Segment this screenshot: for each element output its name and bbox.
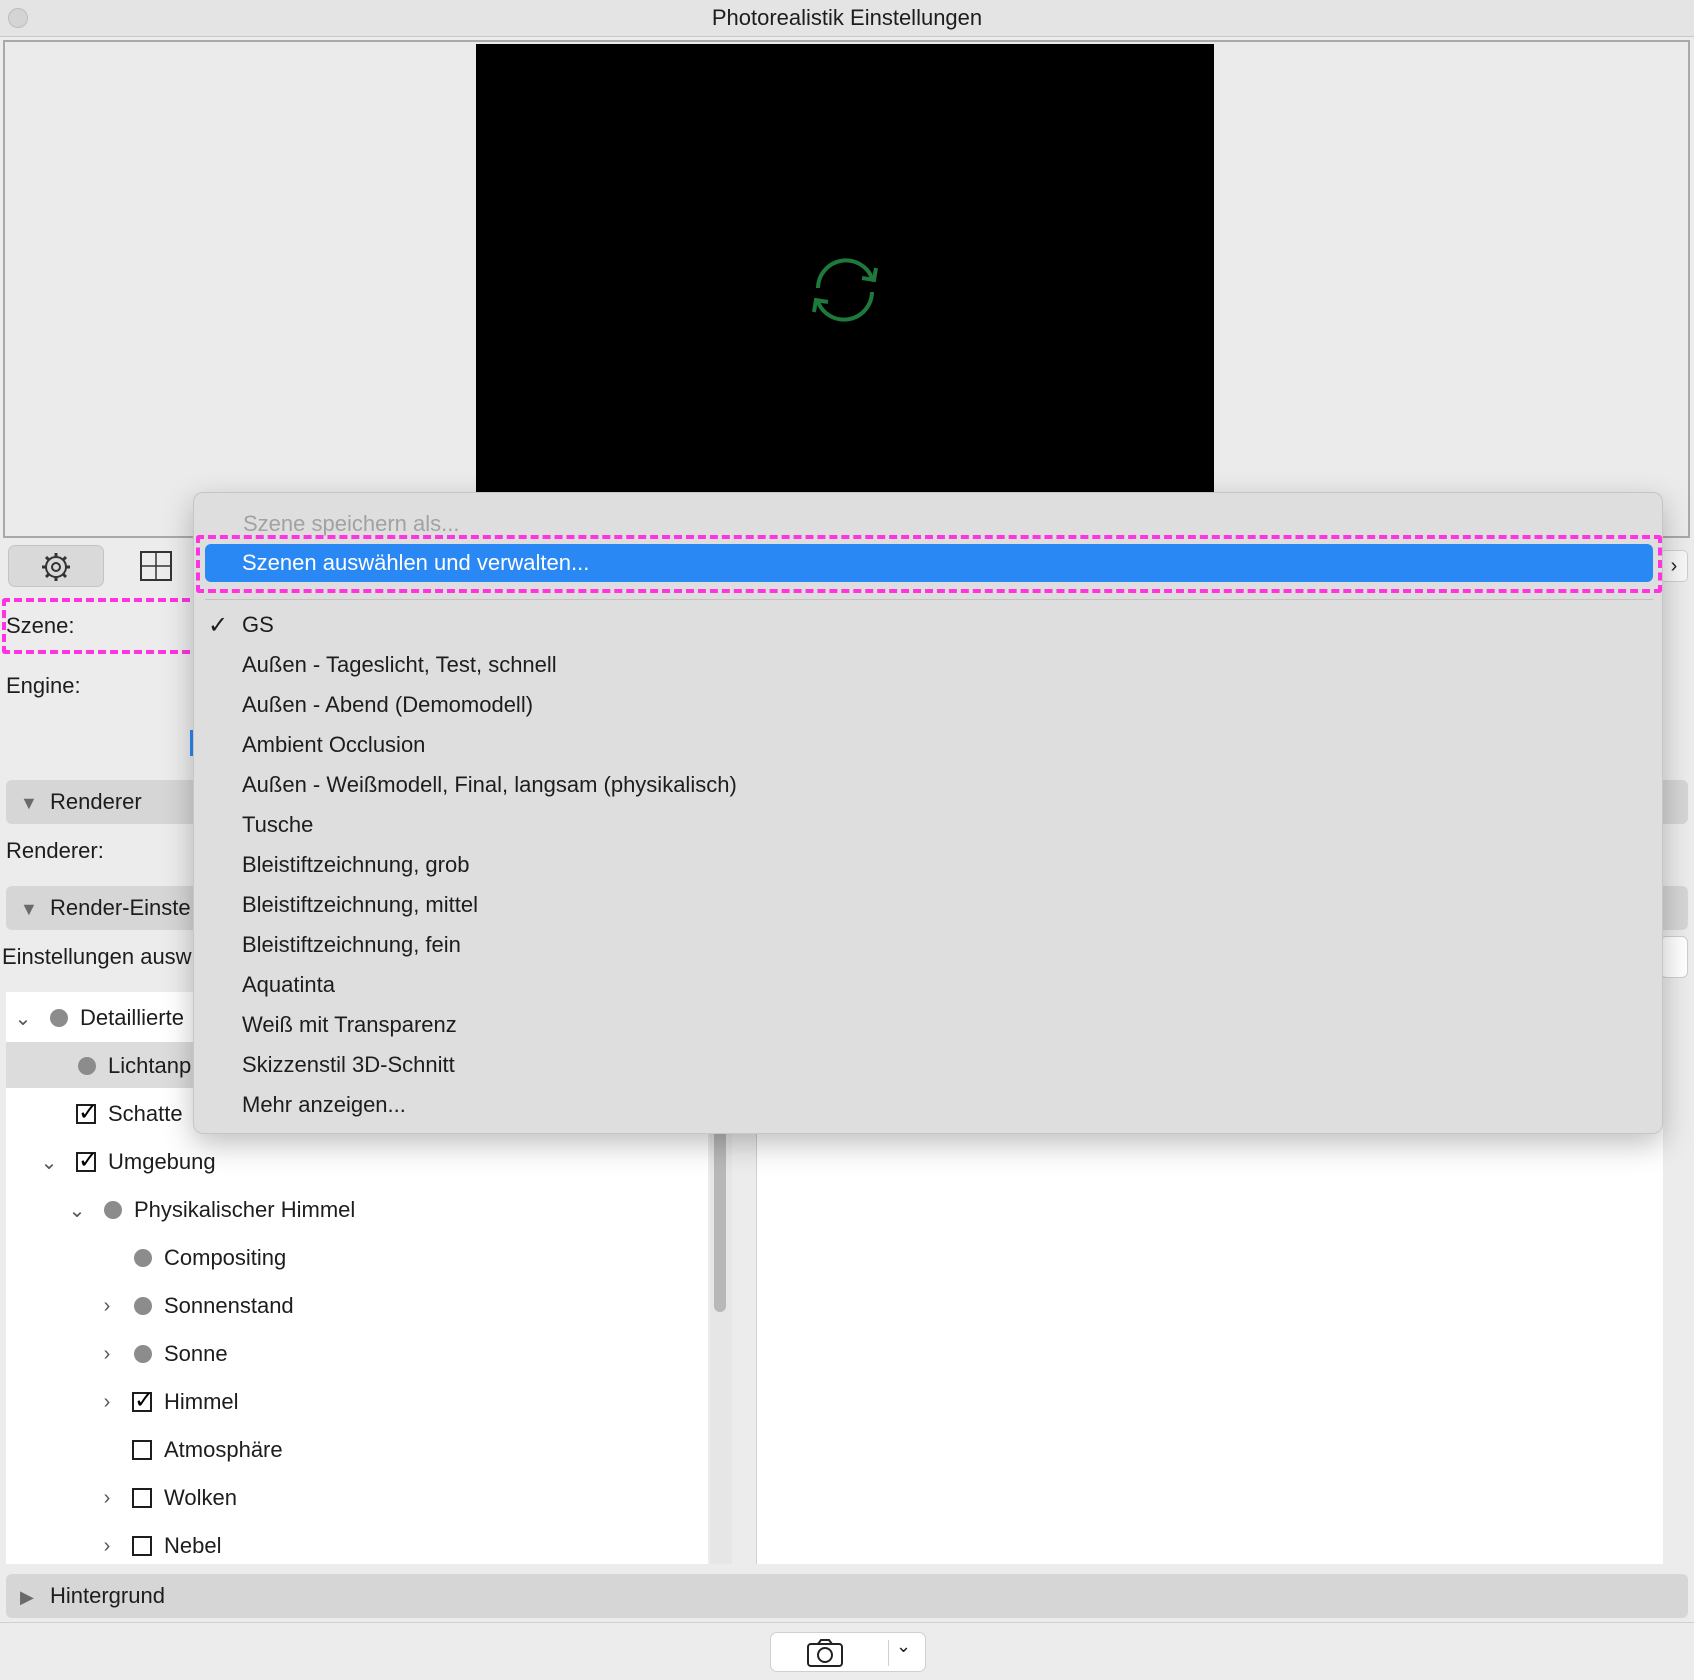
checkbox[interactable] [76, 1098, 98, 1127]
bottom-divider [0, 1622, 1694, 1623]
section-background[interactable]: ▶ Hintergrund [6, 1574, 1688, 1618]
chevron-down-icon[interactable]: ⌄ [36, 1150, 62, 1175]
tree-label: Detaillierte [80, 1005, 184, 1030]
menu-item-scene[interactable]: Außen - Tageslicht, Test, schnell [242, 652, 557, 678]
menu-item-scene[interactable]: Außen - Abend (Demomodell) [242, 692, 533, 718]
menu-item-scene[interactable]: Weiß mit Transparenz [242, 1012, 457, 1038]
tree-label: Himmel [164, 1389, 239, 1414]
settings-select-button[interactable] [1660, 936, 1688, 978]
tree-label: Wolken [164, 1485, 237, 1510]
checkbox[interactable] [132, 1386, 154, 1415]
menu-item-scene[interactable]: Skizzenstil 3D-Schnitt [242, 1052, 455, 1078]
settings-button[interactable] [8, 545, 104, 587]
manage-annotation [196, 535, 1662, 593]
window-title: Photorealistik Einstellungen [711, 5, 983, 30]
chevron-right-icon[interactable]: › [94, 1391, 120, 1414]
title-bar: Photorealistik Einstellungen [0, 0, 1694, 37]
menu-item-scene[interactable]: Außen - Weißmodell, Final, langsam (phys… [242, 772, 737, 798]
menu-item-scene[interactable]: Ambient Occlusion [242, 732, 425, 758]
tree-row[interactable]: ⌄ Physikalischer Himmel [64, 1190, 356, 1230]
menu-item-scene[interactable]: GS [242, 612, 274, 638]
tree-row[interactable]: › Sonnenstand [94, 1286, 294, 1326]
menu-item-scene[interactable]: Bleistiftzeichnung, grob [242, 852, 469, 878]
checkbox[interactable] [132, 1440, 152, 1460]
menu-item-scene[interactable]: Tusche [242, 812, 313, 838]
gear-icon [42, 553, 70, 581]
chevron-down-icon[interactable]: ⌄ [896, 1636, 911, 1657]
scene-annotation [2, 598, 202, 654]
tree-row[interactable]: Compositing [134, 1238, 286, 1278]
refresh-icon[interactable] [800, 248, 890, 332]
menu-separator [205, 599, 1653, 600]
chevron-right-icon[interactable]: › [94, 1535, 120, 1558]
engine-label: Engine: [6, 673, 81, 698]
status-dot-icon [78, 1057, 96, 1075]
settings-select-label: Einstellungen ausw [2, 944, 192, 969]
chevron-right-icon[interactable]: › [94, 1295, 120, 1318]
menu-item-scene[interactable]: Bleistiftzeichnung, mittel [242, 892, 478, 918]
tree-label: Physikalischer Himmel [134, 1197, 356, 1222]
checkbox[interactable] [76, 1146, 98, 1175]
tree-label: Sonnenstand [164, 1293, 294, 1318]
tree-label: Schatte [108, 1101, 183, 1126]
chevron-right-icon[interactable]: › [94, 1343, 120, 1366]
checkbox[interactable] [132, 1536, 152, 1556]
tree-label: Compositing [164, 1245, 287, 1270]
section-render-settings-label: Render-Einste [50, 895, 191, 920]
tree-row[interactable]: Lichtanp [78, 1046, 191, 1086]
section-renderer-label: Renderer [50, 789, 142, 814]
tree-row[interactable]: ⌄ Detaillierte [10, 998, 184, 1038]
tree-label: Nebel [164, 1533, 222, 1558]
checkmark-icon: ✓ [208, 612, 229, 639]
collapse-triangle-icon: ▼ [20, 793, 38, 813]
checkbox[interactable] [132, 1488, 152, 1508]
render-button-divider [888, 1640, 889, 1666]
tree-label: Sonne [164, 1341, 228, 1366]
tree-row[interactable]: › Sonne [94, 1334, 228, 1374]
status-dot-icon [134, 1249, 152, 1267]
tree-row[interactable]: › Himmel [94, 1382, 239, 1422]
tree-row[interactable]: › Wolken [94, 1478, 237, 1518]
tree-row[interactable]: Atmosphäre [132, 1430, 283, 1470]
tree-row[interactable]: ⌄ Umgebung [36, 1142, 216, 1182]
panel-toggle-button[interactable]: › [1660, 550, 1688, 582]
chevron-right-icon[interactable]: › [94, 1487, 120, 1510]
tree-row[interactable]: Schatte [76, 1094, 183, 1134]
renderer-label: Renderer: [6, 838, 104, 863]
status-dot-icon [104, 1201, 122, 1219]
status-dot-icon [134, 1297, 152, 1315]
expand-triangle-icon: ▶ [20, 1587, 34, 1607]
tree-label: Lichtanp [108, 1053, 192, 1078]
camera-icon [807, 1639, 843, 1667]
collapse-triangle-icon: ▼ [20, 899, 38, 919]
menu-item-more[interactable]: Mehr anzeigen... [242, 1092, 406, 1118]
menu-item-save-scene: Szene speichern als... [243, 511, 460, 536]
menu-item-scene[interactable]: Bleistiftzeichnung, fein [242, 932, 461, 958]
status-dot-icon [134, 1345, 152, 1363]
tree-row[interactable]: › Nebel [94, 1526, 222, 1566]
tree-label: Umgebung [108, 1149, 216, 1174]
frame-icon [140, 551, 172, 581]
chevron-down-icon[interactable]: ⌄ [64, 1198, 90, 1223]
close-button[interactable] [8, 8, 28, 28]
section-background-label: Hintergrund [50, 1583, 165, 1608]
chevron-down-icon[interactable]: ⌄ [10, 1006, 36, 1031]
frame-button[interactable] [130, 545, 182, 587]
menu-item-scene[interactable]: Aquatinta [242, 972, 335, 998]
tree-label: Atmosphäre [164, 1437, 283, 1462]
status-dot-icon [50, 1009, 68, 1027]
